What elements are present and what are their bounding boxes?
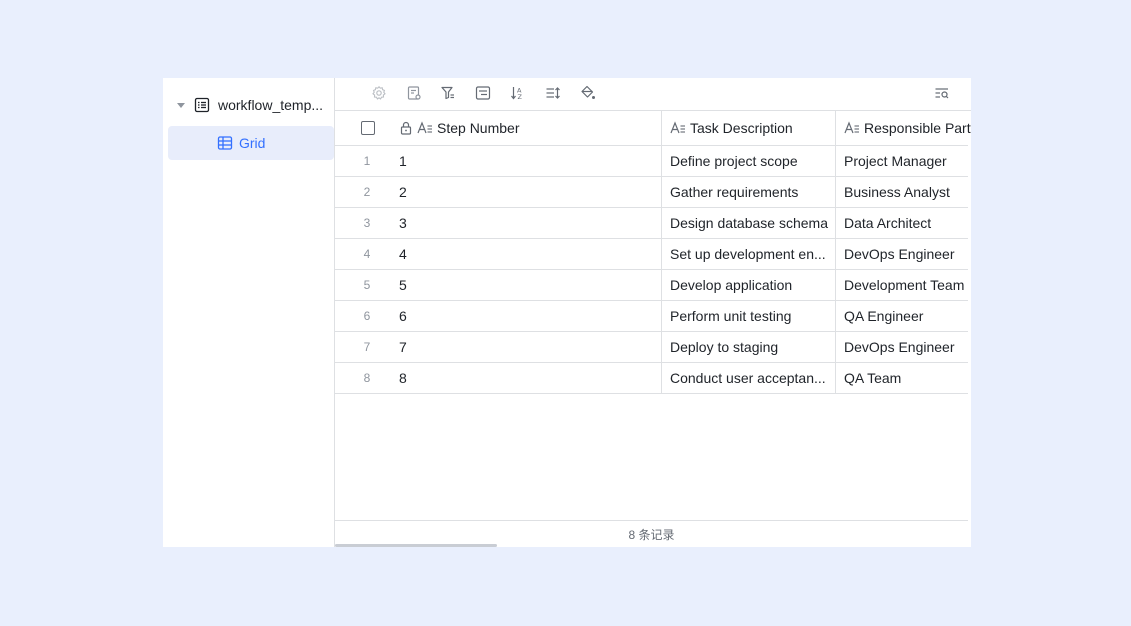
responsible-party-cell[interactable]: Business Analyst (835, 177, 971, 207)
task-description-cell[interactable]: Deploy to staging (661, 332, 835, 362)
step-number-cell[interactable]: 5 (399, 270, 661, 300)
sort-icon[interactable]: AZ (509, 84, 527, 102)
task-description-cell[interactable]: Gather requirements (661, 177, 835, 207)
task-description-cell[interactable]: Define project scope (661, 146, 835, 176)
sidebar: workflow_temp... Grid (163, 78, 334, 547)
select-all-cell (335, 111, 399, 145)
row-index: 6 (363, 309, 371, 323)
main-panel: AZ Step Number Task Description Responsi… (334, 78, 971, 547)
row-index: 5 (363, 278, 371, 292)
responsible-party-cell[interactable]: DevOps Engineer (835, 239, 971, 269)
step-number-cell[interactable]: 7 (399, 332, 661, 362)
app-window: workflow_temp... Grid A Z Step Number Ta… (163, 78, 971, 547)
filter-icon[interactable] (439, 84, 457, 102)
step-number-cell[interactable]: 6 (399, 301, 661, 331)
grid-view-icon (217, 135, 233, 151)
column-header-label: Responsible Party (864, 120, 971, 136)
row-index: 2 (363, 185, 371, 199)
data-grid: Step Number Task Description Responsible… (335, 111, 971, 394)
field-settings-icon[interactable] (405, 84, 423, 102)
text-field-icon (844, 121, 860, 135)
toolbar: AZ (335, 78, 971, 111)
caret-down-icon[interactable] (177, 102, 185, 108)
row-index: 4 (363, 247, 371, 261)
header-row: Step Number Task Description Responsible… (335, 111, 971, 146)
horizontal-scrollbar[interactable] (335, 544, 497, 547)
row-index: 8 (363, 371, 371, 385)
column-header-step-number[interactable]: Step Number (399, 111, 661, 145)
table-row[interactable]: 3 3 Design database schema Data Architec… (335, 208, 968, 239)
task-description-cell[interactable]: Set up development en... (661, 239, 835, 269)
step-number-cell[interactable]: 1 (399, 146, 661, 176)
column-header-label: Task Description (690, 120, 793, 136)
task-description-cell[interactable]: Design database schema (661, 208, 835, 238)
table-name: workflow_temp... (218, 97, 324, 113)
responsible-party-cell[interactable]: QA Engineer (835, 301, 971, 331)
row-index: 1 (363, 154, 371, 168)
responsible-party-cell[interactable]: Data Architect (835, 208, 971, 238)
step-number-cell[interactable]: 3 (399, 208, 661, 238)
responsible-party-cell[interactable]: Development Team (835, 270, 971, 300)
column-header-label: Step Number (437, 120, 520, 136)
column-header-task-description[interactable]: Task Description (661, 111, 835, 145)
svg-text:Z: Z (518, 93, 523, 101)
group-icon[interactable] (474, 84, 492, 102)
table-row[interactable]: 1 1 Define project scope Project Manager (335, 146, 968, 177)
sidebar-item-grid-view[interactable]: Grid (168, 126, 334, 160)
table-row[interactable]: 5 5 Develop application Development Team (335, 270, 968, 301)
text-field-icon (670, 121, 686, 135)
task-description-cell[interactable]: Develop application (661, 270, 835, 300)
table-icon (194, 97, 210, 113)
lock-icon (399, 121, 413, 135)
responsible-party-cell[interactable]: QA Team (835, 363, 971, 393)
table-row[interactable]: 6 6 Perform unit testing QA Engineer (335, 301, 968, 332)
task-description-cell[interactable]: Conduct user acceptan... (661, 363, 835, 393)
responsible-party-cell[interactable]: DevOps Engineer (835, 332, 971, 362)
row-height-icon[interactable] (544, 84, 562, 102)
task-description-cell[interactable]: Perform unit testing (661, 301, 835, 331)
search-icon[interactable] (933, 84, 951, 102)
view-name: Grid (239, 135, 266, 151)
table-row[interactable]: 7 7 Deploy to staging DevOps Engineer (335, 332, 968, 363)
table-row[interactable]: 2 2 Gather requirements Business Analyst (335, 177, 968, 208)
step-number-cell[interactable]: 2 (399, 177, 661, 207)
row-index: 7 (363, 340, 371, 354)
record-count: 8 条记录 (335, 520, 968, 547)
step-number-cell[interactable]: 8 (399, 363, 661, 393)
select-all-checkbox[interactable] (361, 121, 375, 135)
table-row[interactable]: 4 4 Set up development en... DevOps Engi… (335, 239, 968, 270)
table-row[interactable]: 8 8 Conduct user acceptan... QA Team (335, 363, 968, 394)
responsible-party-cell[interactable]: Project Manager (835, 146, 971, 176)
sidebar-table-item[interactable]: workflow_temp... (163, 92, 334, 118)
settings-icon[interactable] (370, 84, 388, 102)
text-field-icon (417, 121, 433, 135)
color-fill-icon[interactable] (579, 84, 597, 102)
row-index: 3 (363, 216, 371, 230)
step-number-cell[interactable]: 4 (399, 239, 661, 269)
column-header-responsible-party[interactable]: Responsible Party (835, 111, 971, 145)
